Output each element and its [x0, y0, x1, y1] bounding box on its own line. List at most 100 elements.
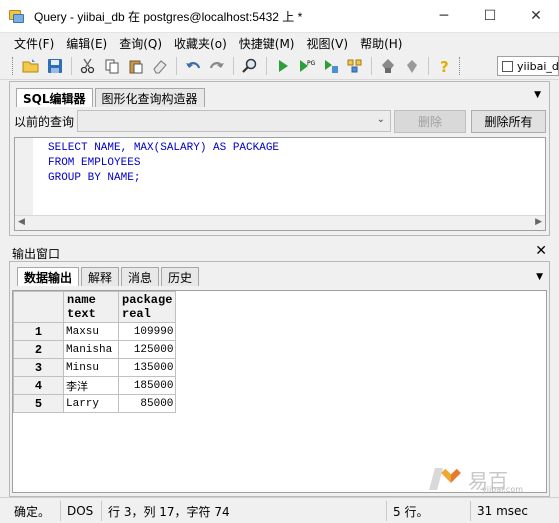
status-cursor-position: 行 3，列 17，字符 74	[108, 504, 230, 519]
cell-name[interactable]: Maxsu	[63, 322, 119, 341]
delete-button[interactable]: 删除	[394, 110, 466, 133]
previous-queries-label: 以前的查询	[14, 115, 75, 129]
status-bar: 确定。 DOS 行 3，列 17，字符 74 5 行。 31 msec	[0, 497, 559, 523]
sql-line: GROUP BY NAME;	[48, 172, 141, 184]
find-icon[interactable]	[239, 55, 261, 77]
cell-package[interactable]: 85000	[117, 394, 177, 413]
output-panel-title: 输出窗口	[12, 247, 61, 261]
row-number[interactable]: 4	[13, 376, 64, 395]
table-row[interactable]: 4 李洋 185000	[13, 376, 177, 395]
panel-dropdown-icon[interactable]: ▼	[534, 90, 541, 100]
database-selector[interactable]: yiibai_d	[497, 56, 559, 76]
scroll-right-icon[interactable]: ▶	[535, 217, 542, 227]
maximize-button[interactable]: ☐	[467, 0, 513, 32]
yiibai-logo-icon	[428, 463, 464, 494]
status-row-count: 5 行。	[393, 504, 429, 519]
menu-edit[interactable]: 编辑(E)	[60, 35, 113, 52]
explain-query-icon[interactable]	[344, 55, 366, 77]
cell-name[interactable]: Larry	[63, 394, 119, 413]
menu-query[interactable]: 查询(Q)	[113, 35, 168, 52]
tab-graphical-query-builder[interactable]: 图形化查询构造器	[94, 88, 205, 107]
table-row[interactable]: 2 Manisha 125000	[13, 340, 177, 359]
watermark: 易百 yiibai.com	[428, 463, 548, 495]
table-row[interactable]: 5 Larry 85000	[13, 394, 177, 413]
tab-data-output[interactable]: 数据输出	[17, 267, 80, 286]
menu-file[interactable]: 文件(F)	[8, 35, 60, 52]
row-number[interactable]: 3	[13, 358, 64, 377]
sql-line: SELECT NAME, MAX(SALARY) AS PACKAGE	[48, 142, 280, 154]
grid-corner[interactable]	[13, 291, 64, 323]
delete-all-button[interactable]: 删除所有	[471, 110, 546, 133]
toolbar: PG ? yiibai_d	[0, 53, 559, 80]
row-number[interactable]: 5	[13, 394, 64, 413]
previous-queries-combo[interactable]: ⌄	[77, 110, 391, 132]
help-icon[interactable]: ?	[434, 55, 456, 77]
database-checkbox[interactable]	[502, 60, 513, 72]
table-row[interactable]: 3 Minsu 135000	[13, 358, 177, 377]
sql-editor[interactable]: SELECT NAME, MAX(SALARY) AS PACKAGE FROM …	[14, 137, 546, 231]
clear-eraser-icon[interactable]	[149, 55, 171, 77]
tab-history[interactable]: 历史	[161, 267, 200, 286]
scroll-left-icon[interactable]: ◀	[18, 217, 25, 227]
svg-text:?: ?	[440, 58, 449, 74]
menu-favourites[interactable]: 收藏夹(o)	[168, 35, 233, 52]
row-number[interactable]: 2	[13, 340, 64, 359]
execute-query-icon[interactable]	[272, 55, 294, 77]
execute-to-file-icon[interactable]	[320, 55, 342, 77]
cell-package[interactable]: 125000	[117, 340, 177, 359]
connection-icon[interactable]	[401, 55, 423, 77]
cancel-query-icon[interactable]	[377, 55, 399, 77]
undo-icon[interactable]	[182, 55, 204, 77]
minimize-button[interactable]: ─	[421, 0, 467, 32]
toolbar-grip[interactable]	[12, 57, 15, 75]
title-bar: Query - yiibai_db 在 postgres@localhost:5…	[0, 0, 559, 33]
watermark-url: yiibai.com	[482, 485, 524, 494]
editor-gutter	[15, 138, 33, 215]
editor-horizontal-scrollbar[interactable]: ◀ ▶	[15, 215, 545, 230]
menu-macros[interactable]: 快捷键(M)	[233, 35, 301, 52]
tab-explain[interactable]: 解释	[81, 267, 120, 286]
table-row[interactable]: 1 Maxsu 109990	[13, 322, 177, 341]
sql-line: FROM EMPLOYEES	[48, 157, 141, 169]
column-header-name[interactable]: name text	[63, 291, 119, 323]
save-icon[interactable]	[44, 55, 66, 77]
status-encoding: DOS	[67, 504, 94, 518]
cut-icon[interactable]	[77, 55, 99, 77]
svg-text:PG: PG	[307, 60, 316, 67]
paste-icon[interactable]	[125, 55, 147, 77]
column-name: package	[122, 293, 173, 307]
copy-icon[interactable]	[101, 55, 123, 77]
status-state: 确定。	[14, 504, 51, 519]
cell-package[interactable]: 185000	[117, 376, 177, 395]
tab-sql-editor[interactable]: SQL编辑器	[16, 88, 93, 107]
cell-name[interactable]: Manisha	[63, 340, 119, 359]
database-name: yiibai_d	[517, 59, 559, 73]
cell-name[interactable]: Minsu	[63, 358, 119, 377]
toolbar-grip-2[interactable]	[459, 57, 462, 75]
menu-view[interactable]: 视图(V)	[300, 35, 354, 52]
column-type: text	[67, 307, 96, 321]
column-header-package[interactable]: package real	[117, 291, 177, 323]
table-header-row: name text package real	[13, 291, 177, 323]
execute-pgscript-icon[interactable]: PG	[296, 55, 318, 77]
menu-bar: 文件(F) 编辑(E) 查询(Q) 收藏夹(o) 快捷键(M) 视图(V) 帮助…	[0, 33, 559, 53]
row-number[interactable]: 1	[13, 322, 64, 341]
output-close-icon[interactable]: ✕	[535, 243, 547, 259]
column-type: real	[122, 307, 151, 321]
redo-icon[interactable]	[206, 55, 228, 77]
output-panel-header: 输出窗口 ✕	[0, 243, 559, 261]
cell-package[interactable]: 109990	[117, 322, 177, 341]
result-table: name text package real 1 Maxsu 109990 2 Ma…	[13, 291, 177, 413]
tab-messages[interactable]: 消息	[121, 267, 160, 286]
status-exec-time: 31 msec	[477, 504, 529, 518]
cell-name[interactable]: 李洋	[63, 376, 119, 395]
cell-package[interactable]: 135000	[117, 358, 177, 377]
sql-code[interactable]: SELECT NAME, MAX(SALARY) AS PACKAGE FROM …	[48, 141, 279, 186]
output-dropdown-icon[interactable]: ▼	[536, 272, 543, 282]
panel-splitter[interactable]	[0, 236, 559, 242]
chevron-down-icon[interactable]: ⌄	[377, 114, 385, 125]
open-folder-icon[interactable]	[20, 55, 42, 77]
pgadmin-app-icon	[9, 8, 25, 24]
menu-help[interactable]: 帮助(H)	[354, 35, 408, 52]
close-button[interactable]: ✕	[513, 0, 559, 32]
